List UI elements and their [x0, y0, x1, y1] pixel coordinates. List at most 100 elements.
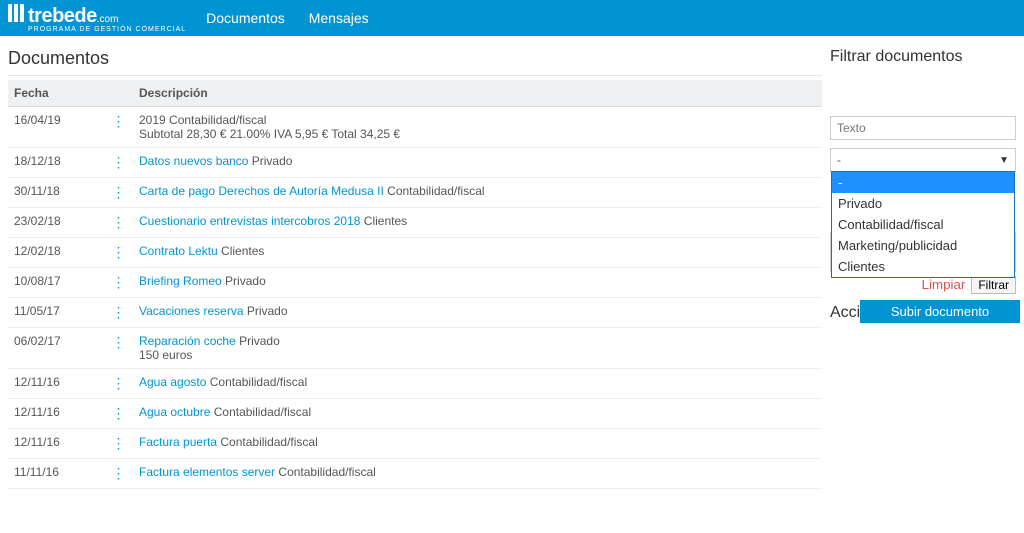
row-menu[interactable]: ⋮: [103, 148, 133, 178]
filter-option[interactable]: Privado: [832, 193, 1014, 214]
kebab-icon[interactable]: ⋮: [112, 435, 125, 452]
kebab-icon[interactable]: ⋮: [112, 154, 125, 171]
row-link[interactable]: Factura elementos server: [139, 465, 275, 479]
row-category: Privado: [236, 334, 280, 348]
row-date: 10/08/17: [8, 268, 103, 298]
row-menu[interactable]: ⋮: [103, 268, 133, 298]
row-menu[interactable]: ⋮: [103, 107, 133, 148]
row-link[interactable]: Reparación coche: [139, 334, 236, 348]
row-date: 12/02/18: [8, 238, 103, 268]
clear-button[interactable]: Limpiar: [922, 277, 966, 292]
col-fecha: Fecha: [8, 80, 103, 107]
table-row: 10/08/17 ⋮ Briefing Romeo Privado: [8, 268, 822, 298]
row-description: Agua agosto Contabilidad/fiscal: [133, 369, 822, 399]
row-date: 12/11/16: [8, 369, 103, 399]
row-description: Vacaciones reserva Privado: [133, 298, 822, 328]
row-description: 2019 Contabilidad/fiscalSubtotal 28,30 €…: [133, 107, 822, 148]
kebab-icon[interactable]: ⋮: [112, 113, 125, 130]
row-date: 12/11/16: [8, 429, 103, 459]
filter-option[interactable]: Marketing/publicidad: [832, 235, 1014, 256]
brand-tagline: PROGRAMA DE GESTIÓN COMERCIAL: [28, 26, 186, 33]
row-category: Contabilidad/fiscal: [217, 435, 318, 449]
row-category: Privado: [222, 274, 266, 288]
row-link[interactable]: Carta de pago Derechos de Autoría Medusa…: [139, 184, 384, 198]
brand-name: trebede: [28, 5, 97, 27]
nav-mensajes[interactable]: Mensajes: [309, 10, 369, 26]
row-date: 16/04/19: [8, 107, 103, 148]
row-link[interactable]: Vacaciones reserva: [139, 304, 244, 318]
row-menu[interactable]: ⋮: [103, 298, 133, 328]
col-descripcion: Descripción: [133, 80, 822, 107]
row-link[interactable]: Cuestionario entrevistas intercobros 201…: [139, 214, 360, 228]
row-category: Contabilidad/fiscal: [210, 405, 311, 419]
table-row: 11/05/17 ⋮ Vacaciones reserva Privado: [8, 298, 822, 328]
logo-bars-icon: [8, 4, 24, 22]
row-description: Cuestionario entrevistas intercobros 201…: [133, 208, 822, 238]
page-title: Documentos: [8, 48, 822, 76]
row-category: Privado: [248, 154, 292, 168]
row-description: Factura puerta Contabilidad/fiscal: [133, 429, 822, 459]
table-row: 06/02/17 ⋮ Reparación coche Privado 150 eur…: [8, 328, 822, 369]
row-link[interactable]: Contrato Lektu: [139, 244, 218, 258]
upload-document-button[interactable]: Subir documento: [860, 300, 1020, 323]
row-date: 30/11/18: [8, 178, 103, 208]
table-row: 18/12/18⋮Datos nuevos banco Privado: [8, 148, 822, 178]
row-description: Agua octubre Contabilidad/fiscal: [133, 399, 822, 429]
row-link[interactable]: Factura puerta: [139, 435, 217, 449]
row-menu[interactable]: ⋮: [103, 208, 133, 238]
row-menu[interactable]: ⋮: [103, 459, 133, 489]
row-category: Contabilidad/fiscal: [206, 375, 307, 389]
row-menu[interactable]: ⋮: [103, 429, 133, 459]
row-date: 06/02/17: [8, 328, 103, 369]
filter-button[interactable]: Filtrar: [971, 276, 1016, 294]
nav-documentos[interactable]: Documentos: [206, 10, 285, 26]
filter-text-input[interactable]: [830, 116, 1016, 140]
row-link[interactable]: Agua octubre: [139, 405, 210, 419]
row-link[interactable]: Briefing Romeo: [139, 274, 222, 288]
brand-suffix: .com: [97, 14, 119, 25]
table-row: 12/11/16 ⋮ Agua agosto Contabilidad/fiscal: [8, 369, 822, 399]
row-subline: 150 euros: [139, 348, 192, 362]
kebab-icon[interactable]: ⋮: [112, 274, 125, 291]
kebab-icon[interactable]: ⋮: [112, 244, 125, 261]
row-description: Contrato Lektu Clientes: [133, 238, 822, 268]
kebab-icon[interactable]: ⋮: [112, 375, 125, 392]
col-menu: [103, 80, 133, 107]
row-menu[interactable]: ⋮: [103, 178, 133, 208]
row-menu[interactable]: ⋮: [103, 328, 133, 369]
table-row: 11/11/16 ⋮ Factura elementos server Contab…: [8, 459, 822, 489]
kebab-icon[interactable]: ⋮: [112, 405, 125, 422]
kebab-icon[interactable]: ⋮: [112, 214, 125, 231]
kebab-icon[interactable]: ⋮: [112, 334, 125, 351]
row-link[interactable]: Datos nuevos banco: [139, 154, 248, 168]
filter-category-select[interactable]: - ▼ -PrivadoContabilidad/fiscalMarketing…: [830, 148, 1016, 172]
row-category: Contabilidad/fiscal: [275, 465, 376, 479]
row-subline: Subtotal 28,30 € 21.00% IVA 5,95 € Total…: [139, 127, 400, 141]
row-link[interactable]: Agua agosto: [139, 375, 206, 389]
row-menu[interactable]: ⋮: [103, 399, 133, 429]
row-date: 12/11/16: [8, 399, 103, 429]
row-category: 2019 Contabilidad/fiscal: [139, 113, 266, 127]
row-menu[interactable]: ⋮: [103, 369, 133, 399]
row-description: Factura elementos server Contabilidad/fi…: [133, 459, 822, 489]
row-description: Reparación coche Privado 150 euros: [133, 328, 822, 369]
row-date: 11/11/16: [8, 459, 103, 489]
kebab-icon[interactable]: ⋮: [112, 304, 125, 321]
row-date: 11/05/17: [8, 298, 103, 328]
row-description: Datos nuevos banco Privado: [133, 148, 822, 178]
table-row: 12/02/18 ⋮ Contrato Lektu Clientes: [8, 238, 822, 268]
table-row: 16/04/19 ⋮ 2019 Contabilidad/fiscalSubtota…: [8, 107, 822, 148]
row-menu[interactable]: ⋮: [103, 238, 133, 268]
row-category: Privado: [244, 304, 288, 318]
filter-option[interactable]: -: [832, 172, 1014, 193]
row-category: Contabilidad/fiscal: [384, 184, 485, 198]
filter-title: Filtrar documentos: [830, 48, 1016, 66]
kebab-icon[interactable]: ⋮: [112, 465, 125, 482]
row-date: 23/02/18: [8, 208, 103, 238]
chevron-down-icon: ▼: [999, 155, 1009, 166]
filter-option[interactable]: Clientes: [832, 256, 1014, 277]
table-row: 12/11/16 ⋮ Agua octubre Contabilidad/fisca…: [8, 399, 822, 429]
kebab-icon[interactable]: ⋮: [112, 184, 125, 201]
table-row: 23/02/18 ⋮ Cuestionario entrevistas interc…: [8, 208, 822, 238]
filter-option[interactable]: Contabilidad/fiscal: [832, 214, 1014, 235]
